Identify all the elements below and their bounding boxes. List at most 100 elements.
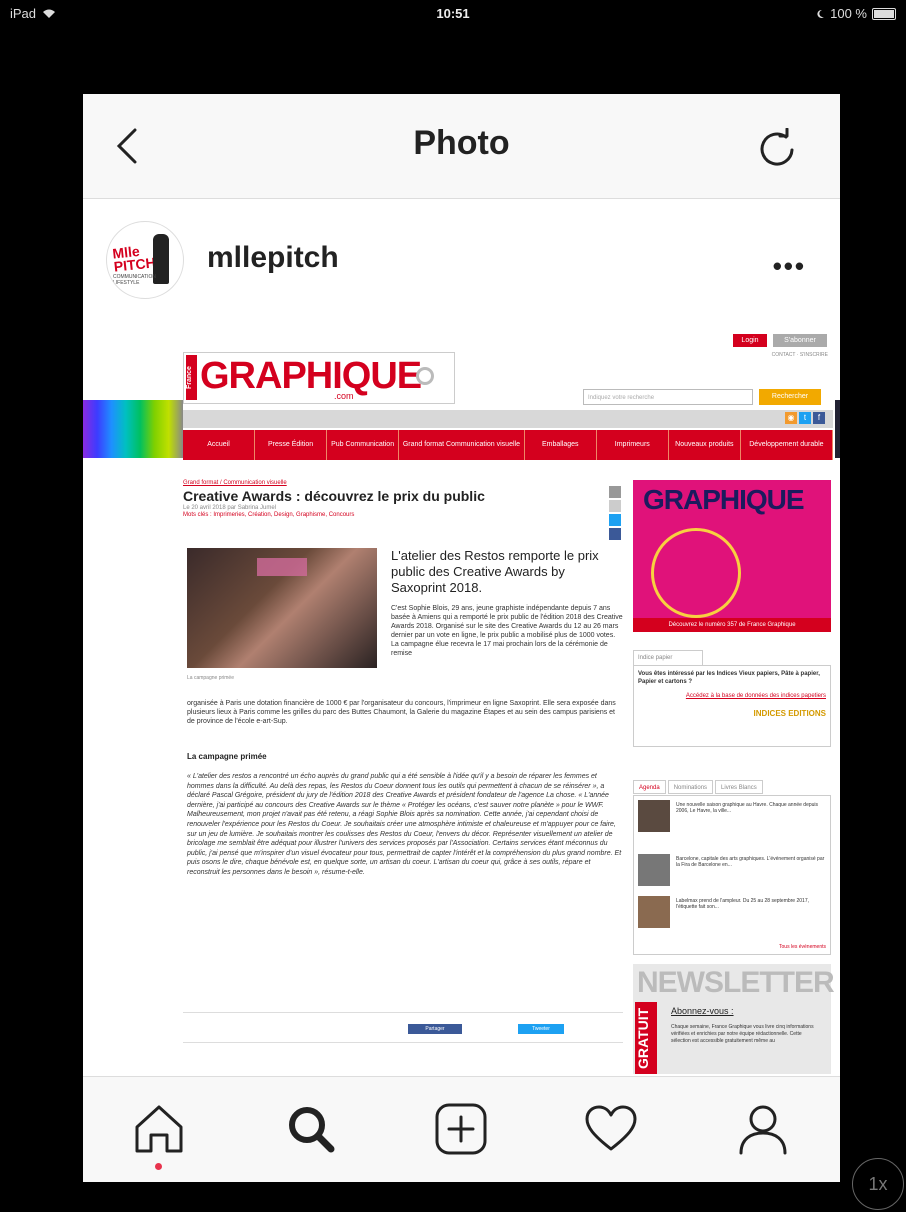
- site-search-input: Indiquez votre recherche: [583, 389, 753, 405]
- indices-logo: INDICES EDITIONS: [753, 709, 826, 718]
- news-text: Barcelone, capitale des arts graphiques.…: [676, 856, 825, 868]
- avatar[interactable]: Mlle PITCH COMMUNICATION LIFESTYLE: [106, 221, 184, 299]
- twitter-share-button: Tweeter: [518, 1024, 564, 1034]
- newsletter-title: NEWSLETTER: [637, 966, 835, 999]
- twitter-icon: t: [799, 412, 811, 424]
- article-image-caption: La campagne primée: [187, 675, 234, 681]
- article-lead: L'atelier des Restos remporte le prix pu…: [391, 548, 599, 595]
- status-bar: iPad 10:51 100 %: [0, 0, 906, 26]
- site-top-links: CONTACT · S'INSCRIRE: [771, 352, 828, 358]
- site-menu-item: Presse Édition: [255, 430, 328, 460]
- indices-link: Accédez à la base de données des indices…: [685, 693, 826, 699]
- twitter-icon: [609, 514, 621, 526]
- divider: [183, 1042, 623, 1043]
- site-menu-item: Accueil: [183, 430, 256, 460]
- avatar-logo: Mlle PITCH: [111, 242, 157, 275]
- post-header: Mlle PITCH COMMUNICATION LIFESTYLE mllep…: [83, 199, 840, 324]
- site-logo-text: GRAPHIQUE: [200, 355, 422, 397]
- avatar-subtext: COMMUNICATION LIFESTYLE: [113, 274, 156, 286]
- site-logo-side: France: [186, 355, 197, 400]
- article-title: Creative Awards : découvrez le prix du p…: [183, 488, 485, 504]
- news-thumbnail: [638, 800, 670, 832]
- promo-logo: GRAPHIQUE: [643, 484, 805, 515]
- article-share-icons: [609, 486, 621, 540]
- article-breadcrumb: Grand format / Communication visuelle: [183, 480, 287, 486]
- site-menu-item: Nouveaux produits: [669, 430, 741, 460]
- list-item: Labelmax prend de l'ampleur. Du 25 au 28…: [638, 896, 828, 930]
- article-body: organisée à Paris une dotation financièr…: [187, 700, 616, 725]
- newsletter-subtitle: Abonnez-vous :: [671, 1006, 734, 1016]
- newsletter-box: NEWSLETTER GRATUIT Abonnez-vous : Chaque…: [633, 964, 835, 1074]
- indices-tab: Indice papier: [633, 650, 703, 665]
- site-logo: France GRAPHIQUE .com: [183, 352, 455, 404]
- dark-strip: [835, 400, 840, 458]
- article-body: C'est Sophie Blois, 29 ans, jeune graphi…: [391, 605, 623, 657]
- news-more-link: Tous les événements: [779, 944, 826, 950]
- sidebar-tab: Agenda: [633, 780, 666, 794]
- facebook-icon: [609, 528, 621, 540]
- article-tags: Mots clés : Imprimeries, Création, Desig…: [183, 512, 355, 518]
- profile-icon[interactable]: [735, 1101, 791, 1157]
- divider: [183, 1012, 623, 1013]
- moon-icon: [817, 9, 825, 18]
- site-menu-item: Emballages: [525, 430, 597, 460]
- promo-caption: Découvrez le numéro 357 de France Graphi…: [633, 618, 831, 632]
- active-tab-indicator: [155, 1163, 162, 1170]
- article-image: [187, 548, 377, 668]
- news-thumbnail: [638, 854, 670, 886]
- site-search-button: Rechercher: [759, 389, 821, 405]
- news-thumbnail: [638, 896, 670, 928]
- tab-bar: [83, 1076, 840, 1182]
- list-item: Barcelone, capitale des arts graphiques.…: [638, 854, 828, 888]
- target-icon: [416, 367, 434, 385]
- promo-illustration: [651, 528, 741, 618]
- article-meta: Le 20 avril 2018 par Sabrina Jumel: [183, 505, 277, 511]
- page-title: Photo: [413, 124, 510, 162]
- battery-percent: 100 %: [830, 6, 867, 21]
- news-text: Une nouvelle saison graphique au Havre. …: [676, 802, 819, 814]
- list-item: Une nouvelle saison graphique au Havre. …: [638, 800, 828, 834]
- site-article: Grand format / Communication visuelle Cr…: [183, 480, 623, 1043]
- heart-icon[interactable]: [583, 1101, 639, 1157]
- sidebar-tab: Nominations: [667, 780, 714, 794]
- site-menu-item: Pub Communication: [327, 430, 400, 460]
- facebook-icon: f: [813, 412, 825, 424]
- site-login-button: Login: [733, 334, 767, 347]
- clock: 10:51: [436, 6, 470, 21]
- site-social-icons: ◉ t f: [785, 412, 825, 424]
- sidebar-tab: Livres Blancs: [715, 780, 763, 794]
- add-post-icon[interactable]: [433, 1101, 489, 1157]
- search-icon[interactable]: [283, 1101, 339, 1157]
- indices-box: Vous êtes intéressé par les Indices Vieu…: [633, 665, 831, 747]
- nav-bar: Photo: [83, 94, 840, 199]
- mail-icon: [609, 500, 621, 512]
- rainbow-strip: [83, 400, 183, 458]
- newsletter-text: Chaque semaine, France Graphique vous li…: [671, 1024, 814, 1044]
- site-menu-item: Imprimeurs: [597, 430, 669, 460]
- username[interactable]: mllepitch: [207, 241, 339, 275]
- site-menu-item: Développement durable: [741, 430, 833, 460]
- facebook-share-button: Partager: [408, 1024, 462, 1034]
- site-subscribe-button: S'abonner: [773, 334, 827, 347]
- print-icon: [609, 486, 621, 498]
- site-menu: Accueil Presse Édition Pub Communication…: [183, 430, 833, 460]
- article-subheading: La campagne primée: [187, 752, 267, 761]
- post-photo[interactable]: Login S'abonner CONTACT · S'INSCRIRE Fra…: [83, 324, 840, 1076]
- battery-icon: [872, 7, 896, 20]
- site-menu-item: Grand format Communication visuelle: [399, 430, 525, 460]
- magazine-promo: GRAPHIQUE Découvrez le numéro 357 de Fra…: [633, 480, 831, 632]
- site-logo-com: .com: [334, 391, 354, 401]
- indices-text: Vous êtes intéressé par les Indices Vieu…: [638, 671, 820, 685]
- newsletter-vertical-label: GRATUIT: [635, 1002, 657, 1074]
- sidebar-news-list: Une nouvelle saison graphique au Havre. …: [633, 795, 831, 955]
- website-screenshot: Login S'abonner CONTACT · S'INSCRIRE Fra…: [183, 334, 835, 1076]
- home-icon[interactable]: [131, 1101, 187, 1157]
- more-options-icon[interactable]: •••: [773, 251, 806, 282]
- news-text: Labelmax prend de l'ampleur. Du 25 au 28…: [676, 898, 809, 910]
- sidebar-tabs: Agenda Nominations Livres Blancs: [633, 780, 831, 794]
- article-quote: « L'atelier des restos a rencontré un éc…: [187, 773, 622, 876]
- refresh-icon[interactable]: [758, 128, 798, 168]
- zoom-badge[interactable]: 1x: [852, 1158, 904, 1210]
- rss-icon: ◉: [785, 412, 797, 424]
- site-gray-bar: [183, 410, 833, 428]
